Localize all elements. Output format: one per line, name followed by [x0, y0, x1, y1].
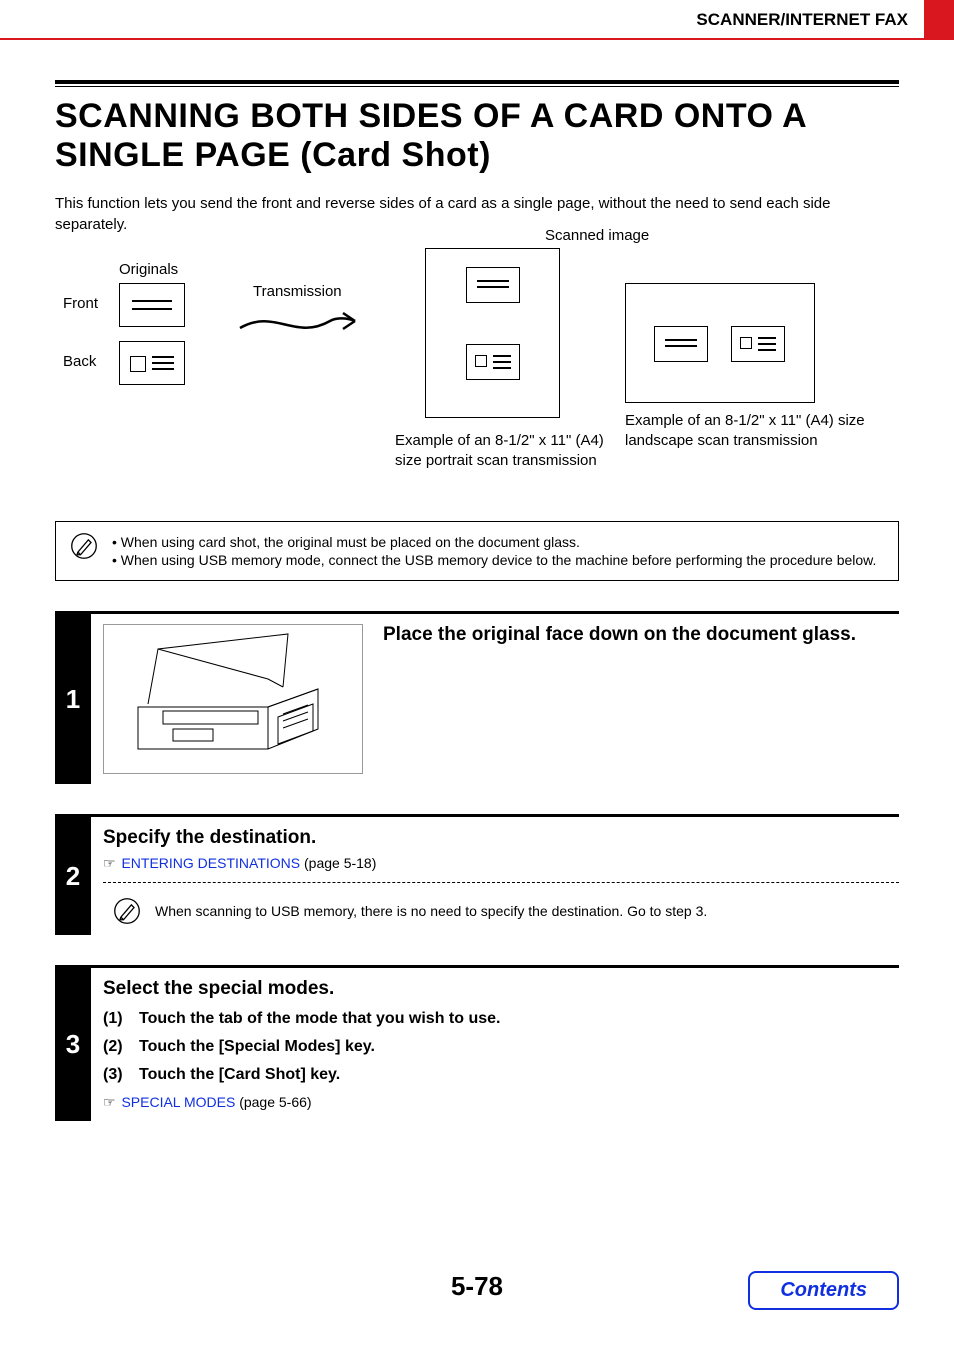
portrait-output-page — [425, 248, 560, 418]
step-1-number: 1 — [55, 614, 91, 784]
landscape-caption: Example of an 8-1/2" x 11" (A4) size lan… — [625, 411, 875, 450]
step-3-item-1-num: (1) — [103, 1010, 129, 1028]
header-underline — [0, 38, 954, 40]
back-label: Back — [63, 353, 96, 370]
step-2-title: Specify the destination. — [103, 827, 899, 849]
step-2: 2 Specify the destination. ☞ ENTERING DE… — [55, 814, 899, 935]
step-3-item-3-text: Touch the [Card Shot] key. — [139, 1066, 340, 1084]
special-modes-link[interactable]: SPECIAL MODES — [121, 1094, 235, 1110]
page-title: SCANNING BOTH SIDES OF A CARD ONTO A SIN… — [55, 97, 899, 175]
title-rule-thick — [55, 80, 899, 84]
step-3-title: Select the special modes. — [103, 978, 899, 1000]
front-label: Front — [63, 295, 98, 312]
entering-destinations-link[interactable]: ENTERING DESTINATIONS — [121, 855, 300, 871]
step-1-title: Place the original face down on the docu… — [383, 624, 856, 646]
step-3-item-2-num: (2) — [103, 1038, 129, 1056]
step-2-number: 2 — [55, 817, 91, 935]
transmission-arrow-icon — [235, 303, 375, 343]
original-front-card — [119, 283, 185, 327]
printer-illustration — [103, 624, 363, 774]
portrait-caption: Example of an 8-1/2" x 11" (A4) size por… — [395, 431, 625, 470]
reference-icon: ☞ — [103, 855, 116, 871]
step-1: 1 — [55, 611, 899, 784]
step-3-item-3-num: (3) — [103, 1066, 129, 1084]
reference-icon: ☞ — [103, 1094, 116, 1110]
landscape-output-page — [625, 283, 815, 403]
header-section-label: SCANNER/INTERNET FAX — [0, 0, 924, 38]
step-2-link-page: (page 5-18) — [300, 855, 376, 871]
intro-paragraph: This function lets you send the front an… — [55, 193, 899, 235]
scanned-image-label: Scanned image — [545, 227, 649, 244]
step-3-link-page: (page 5-66) — [235, 1094, 311, 1110]
contents-button[interactable]: Contents — [748, 1271, 899, 1310]
pencil-icon — [113, 897, 141, 925]
step-3-item-2-text: Touch the [Special Modes] key. — [139, 1038, 375, 1056]
header-red-tab — [924, 0, 954, 38]
step-3-number: 3 — [55, 968, 91, 1121]
note-bullet-2: • When using USB memory mode, connect th… — [112, 552, 876, 568]
dotted-divider — [103, 882, 899, 883]
note-bullet-1: • When using card shot, the original mus… — [112, 534, 876, 550]
originals-label: Originals — [119, 261, 178, 278]
pencil-icon — [70, 532, 98, 560]
step-2-note: When scanning to USB memory, there is no… — [155, 903, 707, 919]
original-back-card — [119, 341, 185, 385]
step-3: 3 Select the special modes. (1) Touch the… — [55, 965, 899, 1121]
diagram-area: Originals Front Back Transmission Scanne… — [55, 253, 899, 513]
transmission-label: Transmission — [253, 283, 342, 300]
note-box: • When using card shot, the original mus… — [55, 521, 899, 581]
page-footer: 5-78 Contents — [0, 1271, 954, 1331]
title-rule-thin — [55, 86, 899, 87]
step-3-item-1-text: Touch the tab of the mode that you wish … — [139, 1010, 500, 1028]
